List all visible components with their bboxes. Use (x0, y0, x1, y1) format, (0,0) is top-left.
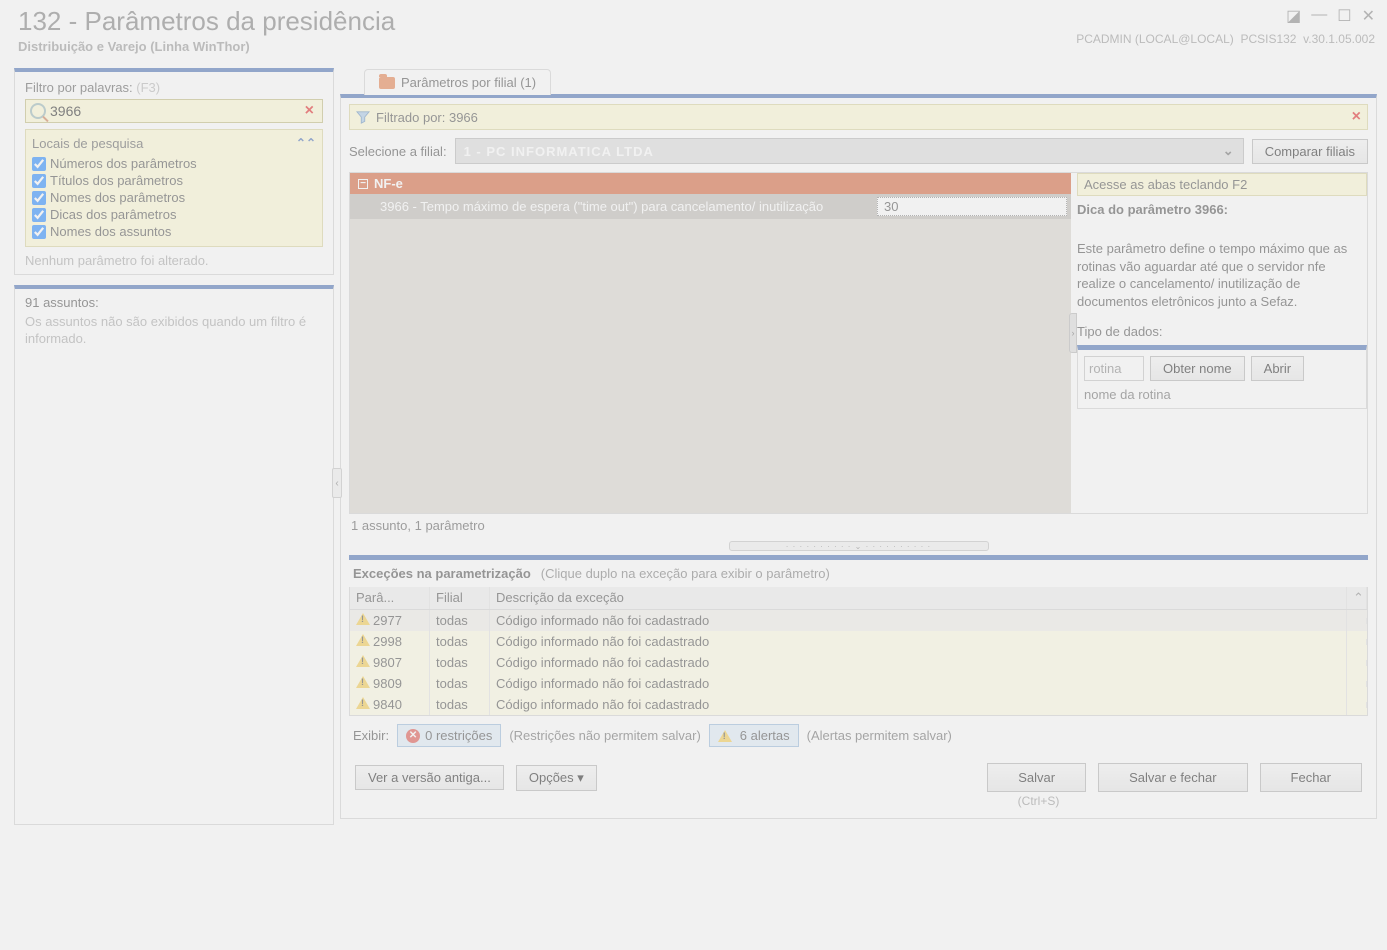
filter-panel: Filtro por palavras: (F3) × Locais de pe… (14, 68, 334, 275)
filter-status: Nenhum parâmetro foi alterado. (25, 253, 323, 268)
tab-label: Parâmetros por filial (1) (401, 75, 536, 90)
exc-hint: (Clique duplo na exceção para exibir o p… (541, 566, 830, 581)
search-icon (30, 103, 46, 119)
warning-icon (718, 730, 732, 742)
tree-row-label: 3966 - Tempo máximo de espera ("time out… (380, 199, 877, 214)
maximize-icon[interactable]: ☐ (1337, 6, 1351, 26)
opcoes-button[interactable]: Opções ▾ (516, 765, 597, 791)
assuntos-panel: 91 assuntos: Os assuntos não são exibido… (14, 285, 334, 825)
warning-icon (356, 634, 370, 646)
alertas-button[interactable]: 6 alertas (709, 724, 799, 747)
chk-titulos[interactable]: Títulos dos parâmetros (32, 172, 316, 189)
table-row[interactable]: 9840todasCódigo informado não foi cadast… (350, 694, 1367, 715)
minimize-icon[interactable]: — (1311, 6, 1327, 26)
exceptions-table: Parâ... Filial Descrição da exceção ⌃ 29… (349, 587, 1368, 716)
tipo-dados-label: Tipo de dados: (1077, 324, 1367, 339)
table-row[interactable]: 2977todasCódigo informado não foi cadast… (350, 610, 1367, 631)
funnel-icon (356, 110, 370, 124)
chevron-down-icon: ⌄ (1223, 143, 1235, 159)
chk-dicas[interactable]: Dicas dos parâmetros (32, 206, 316, 223)
edit-icon[interactable]: ◪ (1286, 6, 1301, 26)
active-filter-bar: Filtrado por: 3966 × (349, 104, 1368, 130)
table-row[interactable]: 9807todasCódigo informado não foi cadast… (350, 652, 1367, 673)
dica-header: Dica do parâmetro 3966: (1077, 202, 1367, 217)
clear-search-icon[interactable]: × (301, 102, 318, 120)
parameter-value-input[interactable] (877, 197, 1067, 216)
salvar-fechar-button[interactable]: Salvar e fechar (1098, 763, 1247, 792)
restricoes-button[interactable]: ✕ 0 restrições (397, 724, 501, 747)
vertical-splitter[interactable]: ‹ (332, 468, 342, 498)
table-row[interactable]: 9809todasCódigo informado não foi cadast… (350, 673, 1367, 694)
warning-icon (356, 676, 370, 688)
chk-nomes-assuntos[interactable]: Nomes dos assuntos (32, 223, 316, 240)
alertas-hint: (Alertas permitem salvar) (807, 728, 952, 743)
exc-title: Exceções na parametrização (353, 566, 531, 581)
salvar-button[interactable]: Salvar (987, 763, 1086, 792)
compare-filiais-button[interactable]: Comparar filiais (1252, 139, 1368, 164)
collapse-icon[interactable]: ⌃⌃ (296, 136, 316, 151)
rotina-nome: nome da rotina (1084, 387, 1360, 402)
rotina-input[interactable] (1084, 356, 1144, 381)
error-icon: ✕ (406, 729, 420, 743)
restricoes-hint: (Restrições não permitem salvar) (509, 728, 700, 743)
scroll-up-icon[interactable]: ⌃ (1347, 587, 1367, 609)
filial-select[interactable]: 1 - PC INFORMATICA LTDA ⌄ (455, 138, 1244, 164)
abrir-button[interactable]: Abrir (1251, 356, 1304, 381)
window-title: 132 - Parâmetros da presidência (18, 6, 395, 37)
obter-nome-button[interactable]: Obter nome (1150, 356, 1245, 381)
info-splitter[interactable]: › (1069, 313, 1077, 353)
chk-nomes-param[interactable]: Nomes dos parâmetros (32, 189, 316, 206)
tree-group-nfe[interactable]: − NF-e (350, 173, 1071, 194)
rotina-box: Obter nome Abrir nome da rotina (1077, 345, 1367, 409)
fechar-button[interactable]: Fechar (1260, 763, 1362, 792)
assuntos-header: 91 assuntos: (25, 295, 323, 310)
col-parametro[interactable]: Parâ... (350, 587, 430, 609)
filter-bar-text: Filtrado por: 3966 (376, 110, 478, 125)
tree-row-3966[interactable]: 3966 - Tempo máximo de espera ("time out… (350, 194, 1071, 219)
col-filial[interactable]: Filial (430, 587, 490, 609)
warning-icon (356, 655, 370, 667)
tree-footer: 1 assunto, 1 parâmetro (349, 514, 1368, 537)
filter-label: Filtro por palavras: (F3) (25, 80, 323, 95)
collapse-group-icon[interactable]: − (358, 179, 368, 189)
salvar-shortcut-hint: (Ctrl+S) (709, 794, 1368, 808)
window-subtitle: Distribuição e Varejo (Linha WinThor) (18, 39, 395, 54)
assuntos-body: Os assuntos não são exibidos quando um f… (25, 314, 323, 348)
ver-versao-antiga-button[interactable]: Ver a versão antiga... (355, 765, 504, 790)
col-descricao[interactable]: Descrição da exceção (490, 587, 1347, 609)
exibir-label: Exibir: (353, 728, 389, 743)
warning-icon (356, 613, 370, 625)
folder-icon (379, 77, 395, 89)
warning-icon (356, 697, 370, 709)
tab-parametros-filial[interactable]: Parâmetros por filial (1) (364, 69, 551, 95)
search-locations-box: Locais de pesquisa ⌃⌃ Números dos parâme… (25, 129, 323, 247)
dica-body: Este parâmetro define o tempo máximo que… (1077, 240, 1367, 310)
locais-title: Locais de pesquisa (32, 136, 143, 151)
clear-filter-icon[interactable]: × (1352, 108, 1361, 126)
table-row[interactable]: 2998todasCódigo informado não foi cadast… (350, 631, 1367, 652)
f2-hint: Acesse as abas teclando F2 (1077, 173, 1367, 196)
user-info: PCADMIN (LOCAL@LOCAL) PCSIS132 v.30.1.05… (1076, 32, 1375, 46)
search-input[interactable] (50, 103, 301, 119)
parameter-tree[interactable]: − NF-e 3966 - Tempo máximo de espera ("t… (350, 173, 1071, 513)
filial-label: Selecione a filial: (349, 144, 447, 159)
chk-numeros[interactable]: Números dos parâmetros (32, 155, 316, 172)
close-window-icon[interactable]: ✕ (1362, 6, 1375, 26)
horizontal-splitter[interactable]: · · · · · · · · · · ⌄ · · · · · · · · · … (729, 541, 989, 551)
